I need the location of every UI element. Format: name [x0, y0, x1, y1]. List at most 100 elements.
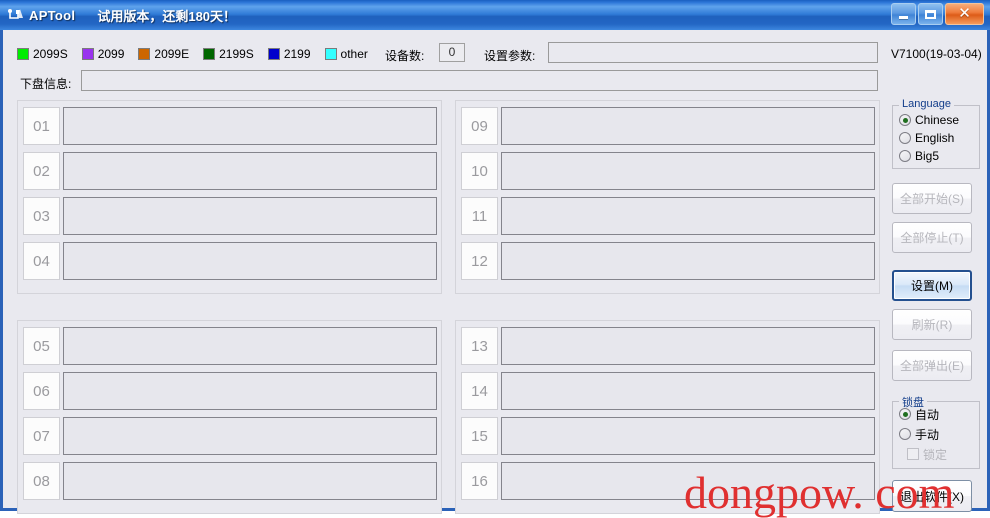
legend-label: 2199 — [283, 47, 311, 61]
port-number: 16 — [461, 462, 498, 500]
port-row: 05 — [23, 327, 437, 365]
device-type-legend: 2099S 2099 2099E 2199S 2199 other — [17, 44, 382, 64]
exit-button[interactable]: 退出软件(X) — [892, 480, 972, 512]
language-group-title: Language — [899, 98, 954, 110]
legend-swatch-2099e — [138, 48, 151, 60]
port-row: 09 — [461, 107, 875, 145]
stop-all-button[interactable]: 全部停止(T) — [892, 222, 972, 253]
minimize-button[interactable] — [891, 3, 916, 25]
port-number: 06 — [23, 372, 60, 410]
legend-item: 2099E — [138, 47, 189, 61]
settings-params-input[interactable] — [548, 42, 878, 63]
legend-swatch-other — [324, 48, 337, 60]
close-icon: ✕ — [958, 4, 971, 22]
port-row: 04 — [23, 242, 437, 280]
lock-disk-group: 锁盘 自动 手动 锁定 — [892, 394, 980, 469]
port-status-field[interactable] — [63, 107, 437, 145]
port-row: 13 — [461, 327, 875, 365]
checkbox-icon — [907, 448, 919, 460]
port-row: 15 — [461, 417, 875, 455]
radio-label: 自动 — [915, 407, 940, 422]
port-number: 15 — [461, 417, 498, 455]
client-area: 2099S 2099 2099E 2199S 2199 other 设备数: 0… — [3, 30, 987, 516]
close-button[interactable]: ✕ — [945, 3, 984, 25]
start-all-button[interactable]: 全部开始(S) — [892, 183, 972, 214]
port-number: 02 — [23, 152, 60, 190]
disk-info-input[interactable] — [81, 70, 878, 91]
port-status-field[interactable] — [63, 417, 437, 455]
device-count-value: 0 — [439, 43, 465, 62]
legend-item: 2199S — [203, 47, 254, 61]
port-number: 14 — [461, 372, 498, 410]
port-row: 16 — [461, 462, 875, 500]
maximize-button[interactable] — [918, 3, 943, 25]
port-row: 02 — [23, 152, 437, 190]
port-status-field[interactable] — [63, 242, 437, 280]
port-status-field[interactable] — [63, 462, 437, 500]
port-number: 11 — [461, 197, 498, 235]
legend-item: other — [324, 47, 368, 61]
usb-device-icon — [6, 6, 24, 24]
radio-icon — [899, 114, 911, 126]
port-row: 01 — [23, 107, 437, 145]
version-label: V7100(19-03-04) — [891, 47, 982, 61]
legend-swatch-2099s — [17, 48, 29, 60]
port-status-field[interactable] — [501, 417, 875, 455]
port-status-field[interactable] — [501, 197, 875, 235]
radio-icon — [899, 428, 911, 440]
radio-label: 手动 — [915, 427, 940, 442]
minimize-icon — [899, 16, 908, 19]
port-panel-bottom-right: 13 14 15 16 — [455, 320, 880, 514]
device-count-label: 设备数: — [385, 49, 425, 63]
radio-language-english[interactable]: English — [899, 130, 954, 146]
port-status-field[interactable] — [63, 327, 437, 365]
port-row: 07 — [23, 417, 437, 455]
port-row: 11 — [461, 197, 875, 235]
refresh-button[interactable]: 刷新(R) — [892, 309, 972, 340]
port-number: 13 — [461, 327, 498, 365]
port-row: 06 — [23, 372, 437, 410]
title-bar: APTool 试用版本，还剩180天！ ✕ — [0, 0, 990, 30]
checkbox-lock[interactable]: 锁定 — [907, 446, 947, 462]
maximize-icon — [925, 9, 936, 19]
legend-item: 2199 — [267, 47, 311, 61]
window-trial-notice: 试用版本，还剩180天！ — [97, 8, 237, 24]
settings-params-label: 设置参数: — [484, 49, 536, 63]
port-row: 14 — [461, 372, 875, 410]
radio-lock-manual[interactable]: 手动 — [899, 426, 939, 442]
radio-language-big5[interactable]: Big5 — [899, 148, 939, 164]
port-status-field[interactable] — [501, 152, 875, 190]
port-status-field[interactable] — [501, 327, 875, 365]
port-status-field[interactable] — [63, 372, 437, 410]
port-status-field[interactable] — [501, 372, 875, 410]
port-status-field[interactable] — [501, 107, 875, 145]
port-status-field[interactable] — [501, 242, 875, 280]
radio-language-chinese[interactable]: Chinese — [899, 112, 959, 128]
radio-icon — [899, 132, 911, 144]
eject-all-button[interactable]: 全部弹出(E) — [892, 350, 972, 381]
port-number: 08 — [23, 462, 60, 500]
radio-label: English — [915, 131, 955, 145]
port-row: 08 — [23, 462, 437, 500]
port-number: 05 — [23, 327, 60, 365]
legend-swatch-2199s — [203, 48, 216, 60]
legend-swatch-2099 — [81, 48, 94, 60]
port-panel-top-right: 09 10 11 12 — [455, 100, 880, 294]
port-status-field[interactable] — [63, 197, 437, 235]
legend-swatch-2199 — [267, 48, 280, 60]
disk-info-label: 下盘信息: — [20, 77, 72, 91]
setting-button[interactable]: 设置(M) — [892, 270, 972, 301]
port-status-field[interactable] — [63, 152, 437, 190]
port-number: 04 — [23, 242, 60, 280]
port-status-field[interactable] — [501, 462, 875, 500]
radio-lock-auto[interactable]: 自动 — [899, 406, 939, 422]
legend-label: 2099E — [154, 47, 190, 61]
port-panel-top-left: 01 02 03 04 — [17, 100, 442, 294]
port-number: 09 — [461, 107, 498, 145]
radio-icon — [899, 408, 911, 420]
port-row: 12 — [461, 242, 875, 280]
port-number: 10 — [461, 152, 498, 190]
checkbox-label: 锁定 — [923, 447, 948, 462]
legend-label: other — [340, 47, 368, 61]
port-number: 07 — [23, 417, 60, 455]
